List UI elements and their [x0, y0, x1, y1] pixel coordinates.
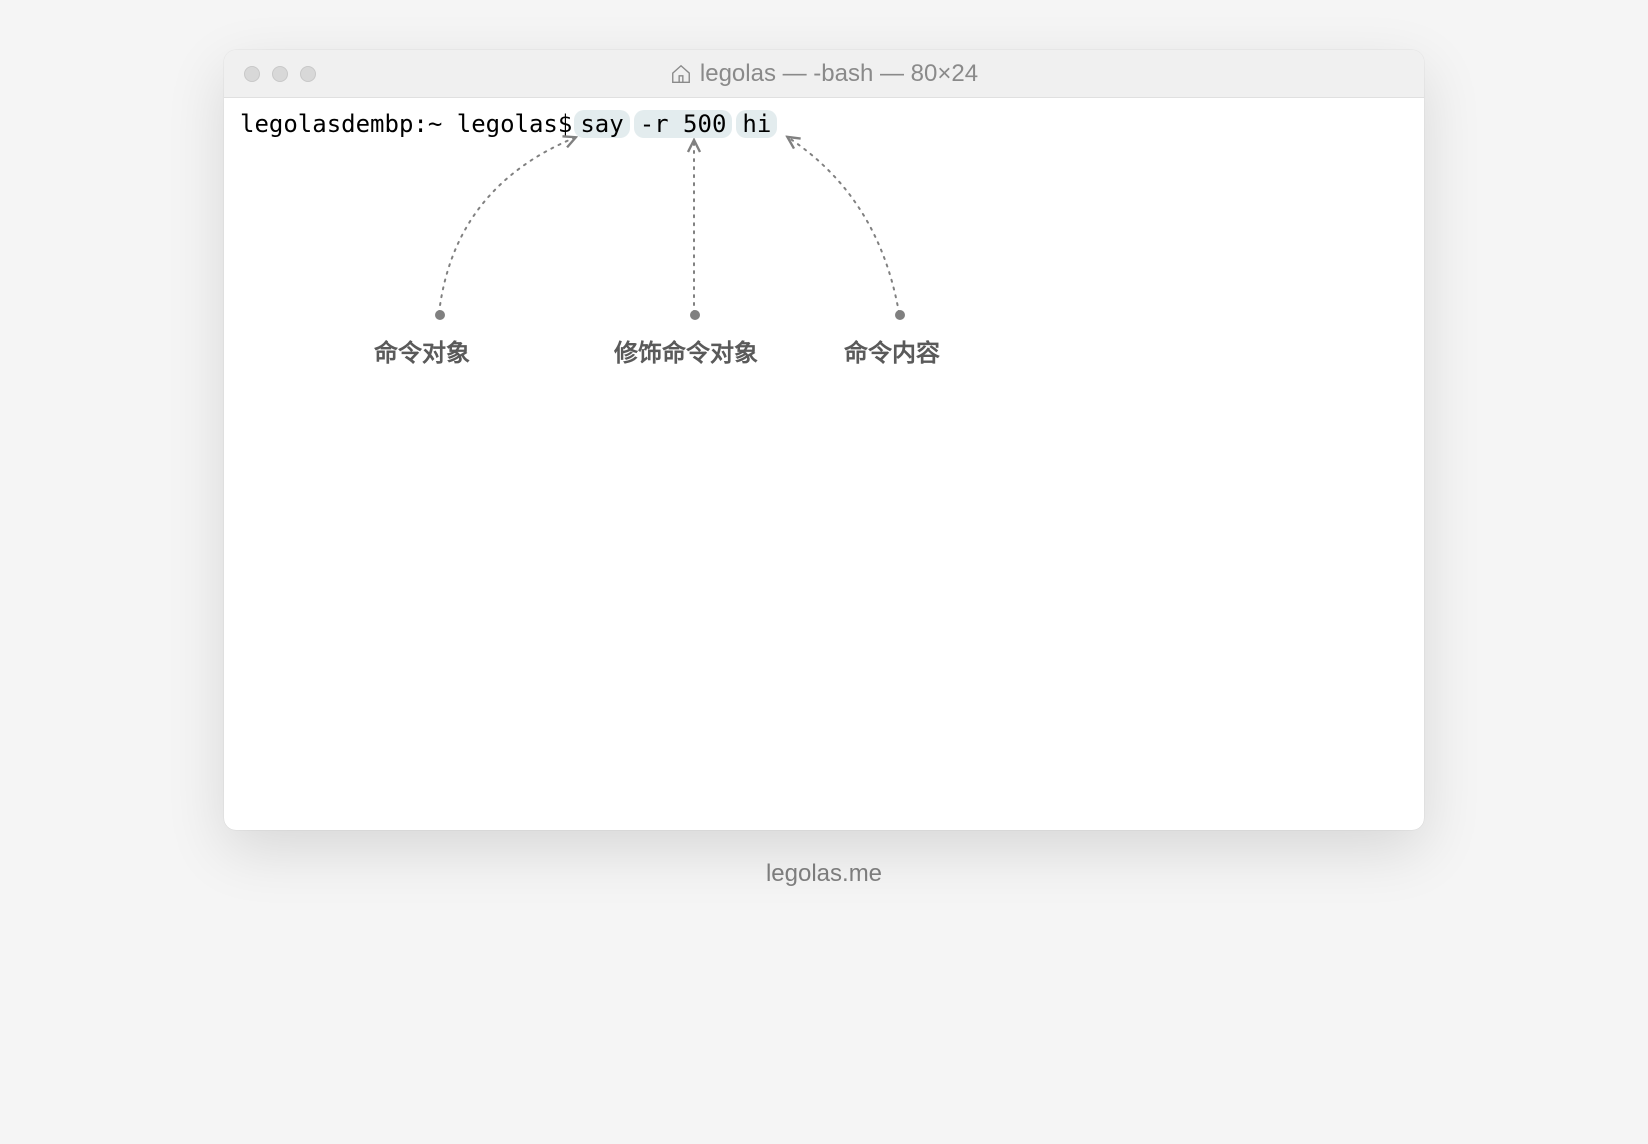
traffic-lights [244, 66, 316, 82]
annotation-label-modifier: 修饰命令对象 [614, 333, 758, 368]
annotation-label-content: 命令内容 [844, 333, 940, 368]
annotation-dot-2 [690, 310, 700, 320]
footer-text: legolas.me [766, 860, 882, 888]
annotation-label-command: 命令对象 [374, 333, 470, 368]
minimize-button[interactable] [272, 66, 288, 82]
title-bar: legolas — -bash — 80×24 [224, 50, 1424, 98]
annotation-dot-3 [895, 310, 905, 320]
maximize-button[interactable] [300, 66, 316, 82]
home-icon [670, 63, 692, 85]
window-title-text: legolas — -bash — 80×24 [700, 60, 978, 88]
terminal-content[interactable]: legolasdembp:~ legolas$ say -r 500 hi [224, 98, 1424, 830]
annotation-arrows [224, 128, 1424, 428]
window-title: legolas — -bash — 80×24 [244, 60, 1404, 88]
close-button[interactable] [244, 66, 260, 82]
annotation-dot-1 [435, 310, 445, 320]
annotation-container: 命令对象 修饰命令对象 命令内容 [224, 128, 1424, 428]
terminal-window: legolas — -bash — 80×24 legolasdembp:~ l… [224, 50, 1424, 830]
